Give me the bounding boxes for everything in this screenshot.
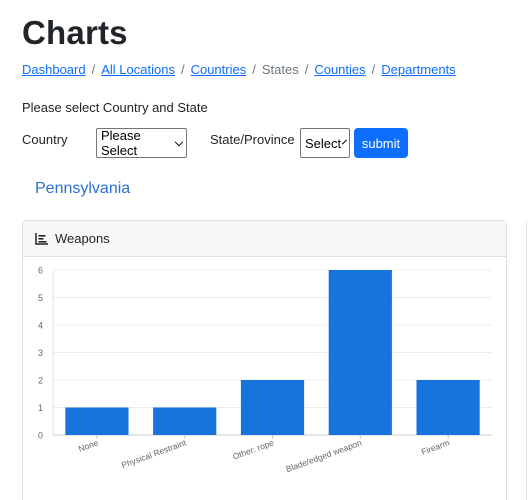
card-header-label: Weapons: [55, 231, 110, 246]
submit-button[interactable]: submit: [354, 128, 408, 158]
breadcrumb-separator: /: [252, 62, 256, 77]
breadcrumb-countries[interactable]: Countries: [191, 62, 247, 77]
y-tick-label: 0: [38, 431, 43, 441]
x-tick-label: Firearm: [420, 437, 451, 456]
country-select-value: Please Select: [101, 128, 141, 158]
breadcrumb-states: States: [261, 62, 299, 77]
country-label: Country: [22, 132, 68, 147]
y-tick-label: 2: [38, 376, 43, 386]
breadcrumb-separator: /: [91, 62, 96, 77]
breadcrumb-dashboard[interactable]: Dashboard: [22, 62, 86, 77]
state-select[interactable]: Select: [300, 128, 350, 158]
y-tick-label: 3: [38, 348, 43, 358]
next-card-edge: [526, 222, 530, 500]
x-tick-label: Other: rope: [231, 437, 275, 461]
x-tick-label: Blade/edged weapon: [285, 437, 364, 474]
bar: [65, 407, 129, 435]
bar: [240, 380, 305, 435]
state-label: State/Province: [210, 132, 295, 147]
card-header: Weapons: [23, 221, 506, 257]
y-tick-label: 4: [38, 321, 43, 331]
select-prompt: Please select Country and State: [22, 100, 208, 115]
bar-chart-icon: [35, 232, 48, 245]
y-tick-label: 6: [38, 266, 43, 276]
breadcrumb-departments[interactable]: Departments: [381, 62, 455, 77]
breadcrumb-separator: /: [180, 62, 185, 77]
bar: [153, 407, 217, 435]
breadcrumb-separator: /: [371, 62, 376, 77]
weapons-bar-chart: 0 1 2 3 4 5 6 None Physical Restraint Other: rope…: [38, 266, 492, 474]
breadcrumb-counties[interactable]: Counties: [314, 62, 365, 77]
chevron-down-icon: [342, 139, 348, 144]
breadcrumb-all-locations[interactable]: All Locations: [101, 62, 175, 77]
x-tick-label: None: [77, 437, 100, 453]
bar: [328, 270, 392, 435]
page-root: Charts Dashboard / All Locations / Countries…: [0, 0, 530, 500]
breadcrumb-separator: /: [304, 62, 309, 77]
y-tick-label: 1: [38, 403, 43, 413]
page-title: Charts: [22, 14, 128, 51]
breadcrumb: Dashboard / All Locations / Countries / States…: [22, 62, 456, 77]
x-tick-label: Physical Restraint: [120, 437, 188, 470]
chevron-down-icon: [175, 137, 184, 146]
y-tick-label: 5: [38, 293, 43, 303]
bar: [416, 380, 480, 435]
region-title: Pennsylvania: [35, 180, 131, 197]
state-select-value: Select: [305, 135, 342, 151]
country-select[interactable]: Please Select: [96, 128, 187, 158]
